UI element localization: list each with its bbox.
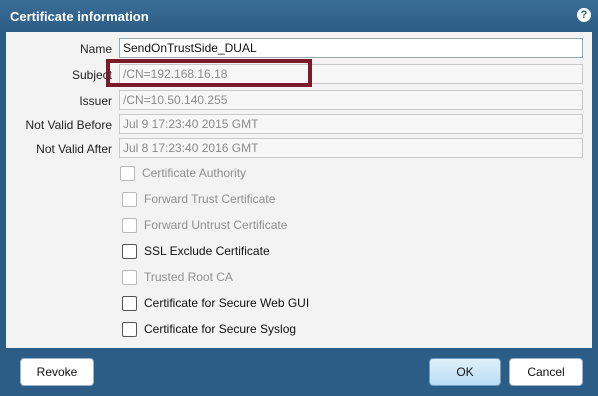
not-valid-before-field: Jul 9 17:23:40 2015 GMT <box>119 114 583 134</box>
not-valid-after-row: Not Valid After Jul 8 17:23:40 2016 GMT <box>6 138 592 160</box>
cancel-button[interactable]: Cancel <box>509 358 583 386</box>
issuer-field: /CN=10.50.140.255 <box>119 90 583 110</box>
dialog-title: Certificate information <box>10 9 149 24</box>
forward-untrust-checkbox <box>122 218 137 233</box>
not-valid-before-row: Not Valid Before Jul 9 17:23:40 2015 GMT <box>6 114 592 136</box>
dialog-titlebar: Certificate information ? <box>0 0 598 32</box>
certificate-dialog: Certificate information ? Name SendOnTru… <box>0 0 598 396</box>
ok-button[interactable]: OK <box>429 358 501 386</box>
certificate-authority-checkbox <box>120 166 135 181</box>
issuer-row: Issuer /CN=10.50.140.255 <box>6 90 592 112</box>
secure-syslog-checkbox[interactable] <box>122 322 137 337</box>
name-label: Name <box>79 42 112 56</box>
name-row: Name SendOnTrustSide_DUAL <box>6 38 592 60</box>
not-valid-after-label: Not Valid After <box>36 142 112 156</box>
ssl-exclude-label[interactable]: SSL Exclude Certificate <box>144 244 270 258</box>
trusted-root-ca-label: Trusted Root CA <box>144 270 233 284</box>
trusted-root-ca-checkbox <box>122 270 137 285</box>
secure-web-gui-checkbox[interactable] <box>122 296 137 311</box>
forward-untrust-label: Forward Untrust Certificate <box>144 218 288 232</box>
help-icon[interactable]: ? <box>577 8 591 22</box>
revoke-button[interactable]: Revoke <box>20 358 94 386</box>
subject-highlight-box <box>106 59 312 87</box>
forward-trust-checkbox <box>122 192 137 207</box>
forward-trust-label: Forward Trust Certificate <box>144 192 276 206</box>
not-valid-after-field: Jul 8 17:23:40 2016 GMT <box>119 138 583 158</box>
secure-syslog-label[interactable]: Certificate for Secure Syslog <box>144 322 296 336</box>
name-field[interactable]: SendOnTrustSide_DUAL <box>119 38 583 58</box>
secure-web-gui-label[interactable]: Certificate for Secure Web GUI <box>144 296 309 310</box>
issuer-label: Issuer <box>79 94 112 108</box>
certificate-authority-label: Certificate Authority <box>142 166 247 180</box>
ssl-exclude-checkbox[interactable] <box>122 244 137 259</box>
not-valid-before-label: Not Valid Before <box>25 118 113 132</box>
